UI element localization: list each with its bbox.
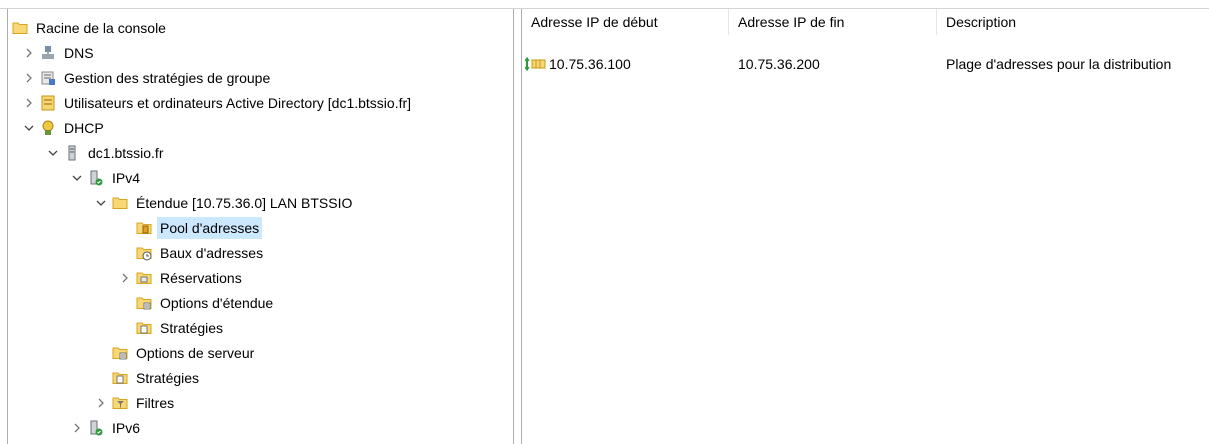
tree-item-leases[interactable]: Baux d'adresses [136, 241, 265, 265]
end-ip-value: 10.75.36.200 [738, 56, 820, 72]
table-row[interactable]: 10.75.36.100 10.75.36.200 Plage d'adress… [522, 53, 1209, 75]
tree-item-scope-policies[interactable]: Stratégies [136, 316, 225, 340]
tree-item-label: IPv4 [112, 170, 141, 186]
server-options-icon [112, 347, 128, 360]
tree-item-scope-options[interactable]: Options d'étendue [136, 291, 275, 315]
column-header-start-ip[interactable]: Adresse IP de début [522, 9, 729, 35]
tree-item-gpo[interactable]: Gestion des stratégies de groupe [22, 66, 272, 90]
dns-server-icon [42, 46, 54, 59]
tree-item-label: Gestion des stratégies de groupe [64, 70, 271, 86]
filter-icon [112, 397, 128, 409]
expand-chevron-icon[interactable] [94, 391, 108, 415]
tree-item-label: Utilisateurs et ordinateurs Active Direc… [64, 95, 412, 111]
dhcp-icon [42, 120, 54, 135]
tree-item-label: DHCP [64, 120, 104, 136]
tree-item-dns[interactable]: DNS [22, 41, 96, 65]
tree-item-ipv6[interactable]: IPv6 [70, 416, 142, 440]
start-ip-value: 10.75.36.100 [549, 56, 631, 72]
tree-item-root[interactable]: Racine de la console [12, 16, 168, 40]
tree-item-label: Stratégies [136, 370, 200, 386]
address-pool-icon [136, 222, 152, 234]
ipv6-icon [90, 420, 103, 436]
ip-range-icon [525, 57, 546, 71]
console-tree[interactable]: Racine de la console DNS Gestion des str… [7, 9, 514, 444]
address-leases-icon [136, 247, 152, 261]
results-list[interactable]: Adresse IP de début Adresse IP de fin De… [521, 9, 1209, 444]
tree-item-scope[interactable]: Étendue [10.75.36.0] LAN BTSSIO [94, 191, 354, 215]
active-directory-icon [41, 95, 55, 111]
tree-item-reservations[interactable]: Réservations [118, 266, 244, 290]
tree-item-pool[interactable]: Pool d'adresses [136, 216, 263, 240]
column-header-label: Adresse IP de début [531, 14, 658, 30]
group-policy-icon [41, 71, 55, 85]
tree-item-label: dc1.btssio.fr [88, 145, 164, 161]
policies-icon [136, 322, 152, 334]
tree-item-label: Étendue [10.75.36.0] LAN BTSSIO [136, 195, 353, 211]
tree-item-label: DNS [64, 45, 94, 61]
expand-chevron-icon[interactable] [22, 66, 36, 90]
collapse-chevron-icon[interactable] [94, 191, 108, 215]
collapse-chevron-icon[interactable] [46, 141, 60, 165]
start-ip-cell: 10.75.36.100 [522, 53, 729, 75]
reservations-icon [136, 272, 152, 284]
column-header-label: Description [946, 14, 1017, 30]
scope-options-icon [136, 297, 152, 310]
tree-item-server-policies[interactable]: Stratégies [112, 366, 201, 390]
column-header-label: Adresse IP de fin [738, 14, 845, 30]
tree-item-label: Racine de la console [36, 20, 166, 36]
expand-chevron-icon[interactable] [70, 416, 84, 440]
tree-item-ad-users[interactable]: Utilisateurs et ordinateurs Active Direc… [22, 91, 413, 115]
tree-item-label: Pool d'adresses [156, 217, 263, 239]
expand-chevron-icon[interactable] [118, 266, 132, 290]
collapse-chevron-icon[interactable] [22, 116, 36, 140]
expand-chevron-icon[interactable] [22, 91, 36, 115]
tree-item-label: Options de serveur [136, 345, 255, 361]
tree-item-filters[interactable]: Filtres [94, 391, 176, 415]
tree-item-label: Options d'étendue [160, 295, 274, 311]
folder-icon [12, 22, 28, 34]
tree-item-label: Filtres [136, 395, 175, 411]
tree-item-ipv4[interactable]: IPv4 [70, 166, 142, 190]
column-header-description[interactable]: Description [937, 9, 1209, 35]
tree-item-label: IPv6 [112, 420, 141, 436]
folder-icon [112, 197, 128, 209]
tree-item-label: Baux d'adresses [160, 245, 264, 261]
tree-item-dhcp[interactable]: DHCP [22, 116, 106, 140]
end-ip-cell: 10.75.36.200 [729, 53, 937, 75]
policies-icon [112, 372, 128, 384]
description-value: Plage d'adresses pour la distribution [946, 56, 1172, 72]
expand-chevron-icon[interactable] [22, 41, 36, 65]
column-header-end-ip[interactable]: Adresse IP de fin [729, 9, 937, 35]
server-icon [68, 145, 76, 161]
ipv4-icon [90, 170, 103, 186]
description-cell: Plage d'adresses pour la distribution [937, 53, 1209, 75]
tree-item-server[interactable]: dc1.btssio.fr [46, 141, 165, 165]
collapse-chevron-icon[interactable] [70, 166, 84, 190]
tree-item-label: Réservations [160, 270, 242, 286]
tree-item-server-options[interactable]: Options de serveur [112, 341, 256, 365]
tree-item-label: Stratégies [160, 320, 224, 336]
